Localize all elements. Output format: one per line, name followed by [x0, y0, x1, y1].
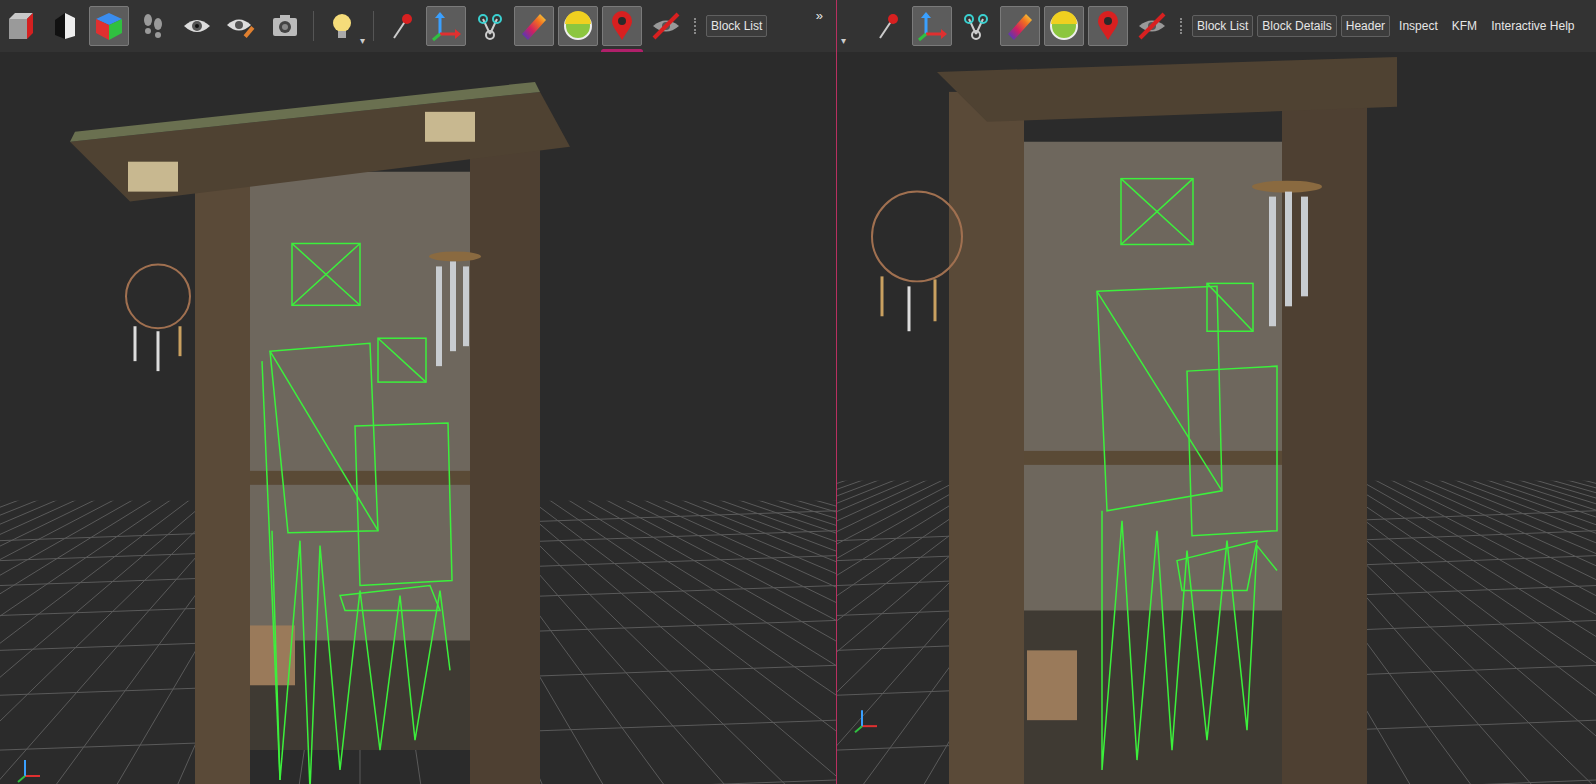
- color-cube-icon: [93, 10, 125, 42]
- toolbar-button[interactable]: [89, 6, 129, 46]
- gradient-icon: [518, 10, 550, 42]
- eye-edit-icon: [225, 10, 257, 42]
- toolbar-button[interactable]: [265, 6, 305, 46]
- hidden-eye-icon: [650, 10, 682, 42]
- overflow-button[interactable]: »: [816, 6, 823, 26]
- eye-icon: [181, 10, 213, 42]
- toolbar-text-button[interactable]: Header: [1341, 15, 1390, 37]
- axes-icon: [916, 10, 948, 42]
- toolbar-button[interactable]: [646, 6, 686, 46]
- left-view: ▾ Block List »: [0, 0, 836, 784]
- right-viewport[interactable]: [837, 52, 1596, 784]
- pin-icon: [872, 10, 904, 42]
- toolbar-button[interactable]: [956, 6, 996, 46]
- toolbar-button[interactable]: [1000, 6, 1040, 46]
- toolbar-text-button[interactable]: Block List: [1192, 15, 1253, 37]
- cube-icon: [5, 10, 37, 42]
- toolbar-button[interactable]: [1044, 6, 1084, 46]
- gradient-icon: [1004, 10, 1036, 42]
- toolbar-button[interactable]: [514, 6, 554, 46]
- toolbar-button[interactable]: [868, 6, 908, 46]
- toolbar-button[interactable]: [602, 6, 642, 46]
- toolbar-button[interactable]: [133, 6, 173, 46]
- menu-item[interactable]: KFM: [1447, 17, 1482, 35]
- light-bulb-icon: [326, 10, 358, 42]
- toolbar-separator: [373, 11, 374, 41]
- right-view: ▾ Block ListBlock DetailsHeaderInspectKFM…: [837, 0, 1596, 784]
- toolbar-button[interactable]: [221, 6, 261, 46]
- toolbar-button[interactable]: [382, 6, 422, 46]
- circle-icon: [1048, 10, 1080, 42]
- camera-icon: [269, 10, 301, 42]
- toolbar-text-button[interactable]: Block Details: [1257, 15, 1336, 37]
- toolbar-separator: [313, 11, 314, 41]
- toolbar-button[interactable]: [1, 6, 41, 46]
- marker-icon: [606, 10, 638, 42]
- toolbar-button[interactable]: [470, 6, 510, 46]
- dropdown-arrow[interactable]: ▾: [360, 33, 365, 48]
- toolbar-grip: [1180, 18, 1184, 34]
- toolbar-button[interactable]: [177, 6, 217, 46]
- toolbar-button[interactable]: [45, 6, 85, 46]
- circle-icon: [562, 10, 594, 42]
- footsteps-icon: [137, 10, 169, 42]
- toolbar-grip: [694, 18, 698, 34]
- left-toolbar: ▾ Block List »: [0, 0, 836, 52]
- pin-icon: [386, 10, 418, 42]
- toolbar-button[interactable]: [1132, 6, 1172, 46]
- toolbar-text-button[interactable]: Block List: [706, 15, 767, 37]
- right-toolbar: ▾ Block ListBlock DetailsHeaderInspectKFM…: [837, 0, 1596, 52]
- menu-item[interactable]: Inspect: [1394, 17, 1443, 35]
- shading-icon: [49, 10, 81, 42]
- left-viewport[interactable]: [0, 52, 836, 784]
- axes-icon: [430, 10, 462, 42]
- nodes-icon: [474, 10, 506, 42]
- hidden-eye-icon: [1136, 10, 1168, 42]
- marker-icon: [1092, 10, 1124, 42]
- nodes-icon: [960, 10, 992, 42]
- toolbar-button[interactable]: [426, 6, 466, 46]
- menu-item[interactable]: Interactive Help: [1486, 17, 1579, 35]
- toolbar-button[interactable]: [558, 6, 598, 46]
- dropdown-arrow[interactable]: ▾: [841, 33, 846, 48]
- toolbar-button[interactable]: [322, 6, 362, 46]
- toolbar-button[interactable]: [1088, 6, 1128, 46]
- toolbar-button[interactable]: [912, 6, 952, 46]
